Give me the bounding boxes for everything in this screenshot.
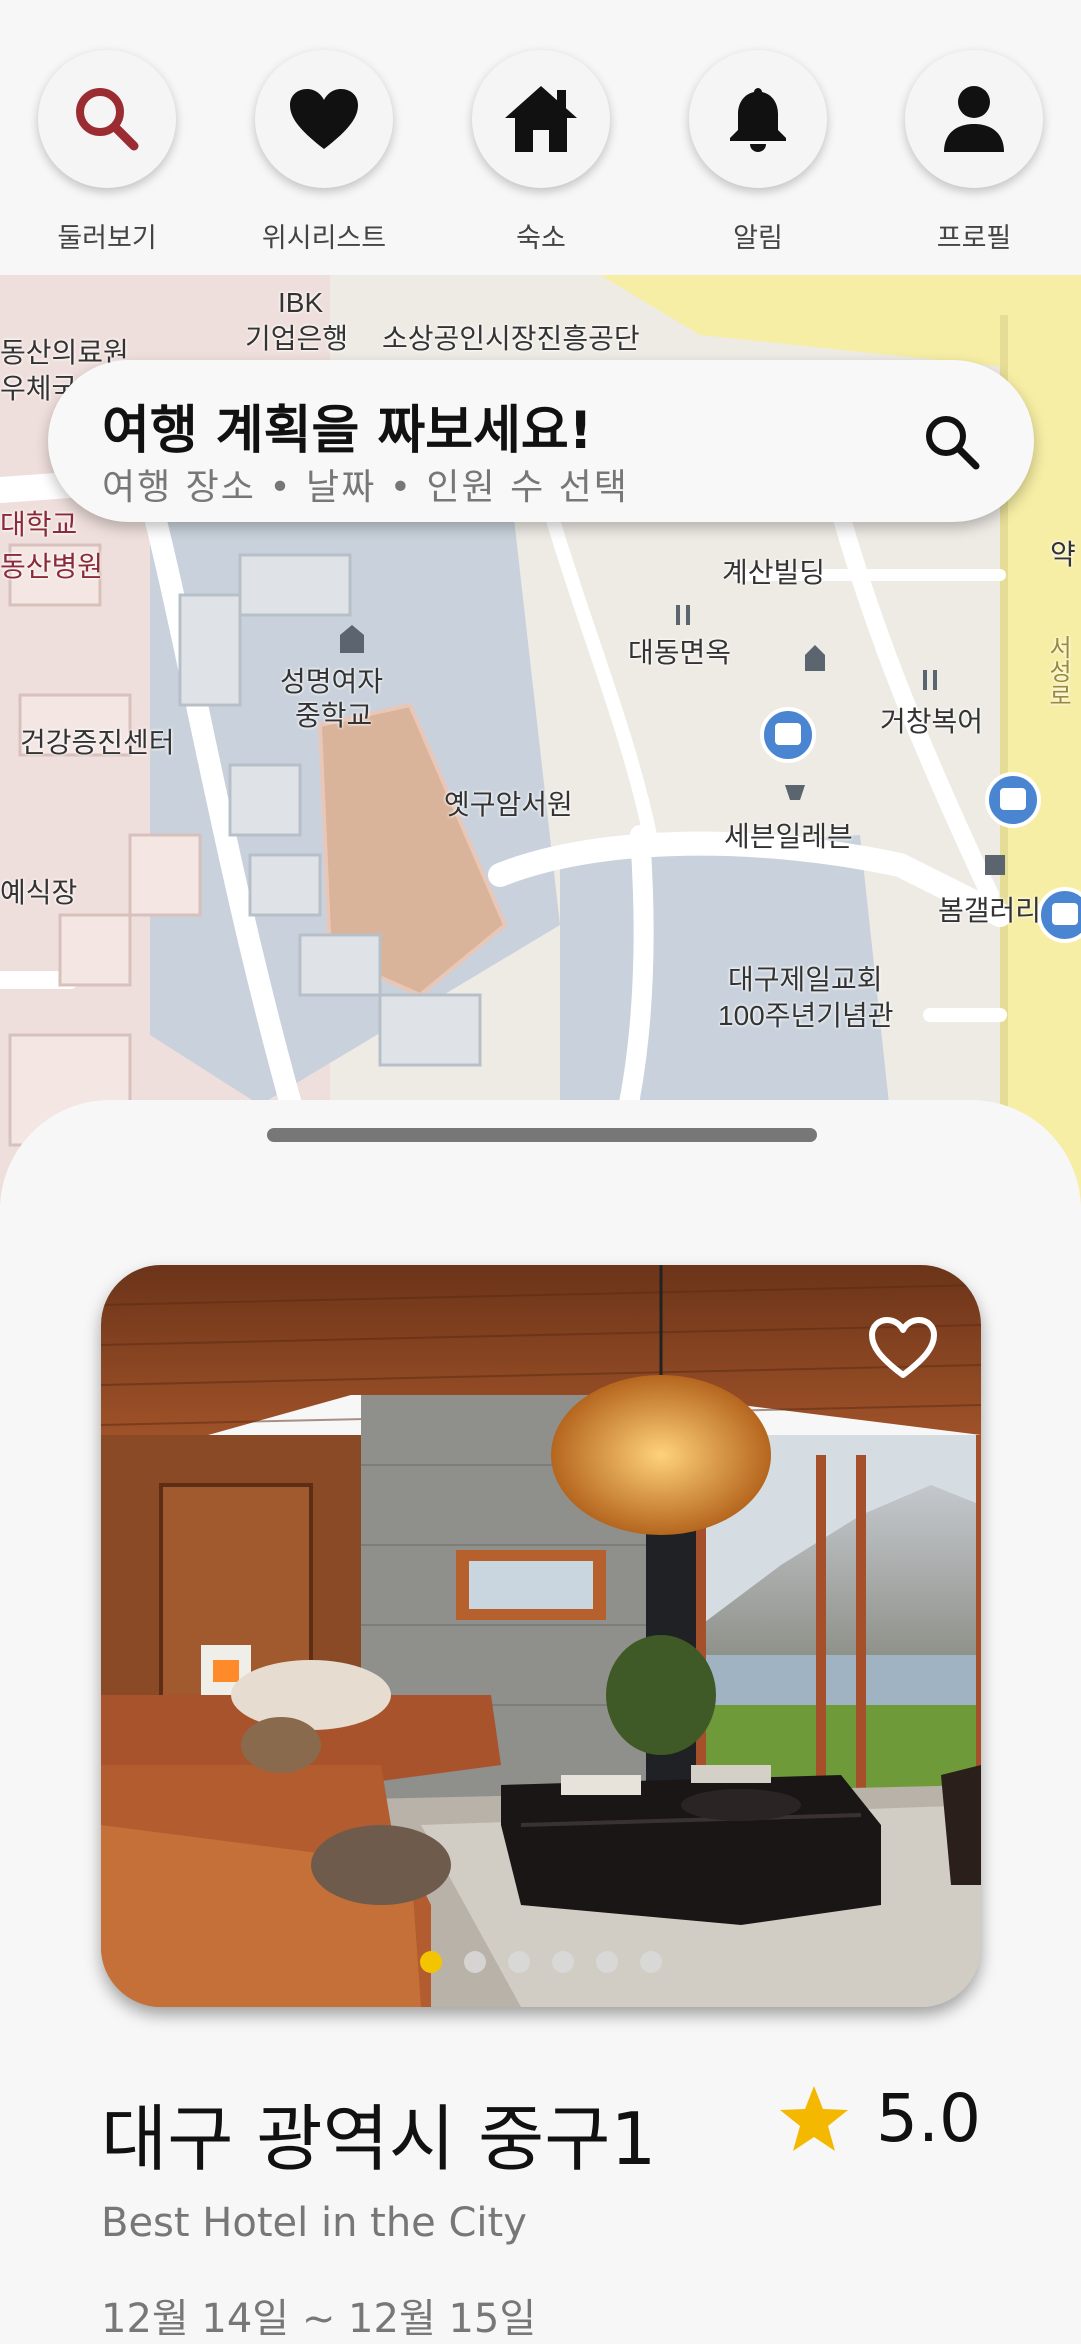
nav-label-stays: 숙소 [516,223,566,254]
rating-value: 5.0 [876,2080,981,2157]
map-label: 세븐일레븐 [724,821,853,852]
home-icon [505,86,577,152]
nav-label-notifications: 알림 [733,223,783,254]
nav-button-explore[interactable] [38,50,176,188]
heart-icon [290,89,358,149]
map-label: 예식장 [0,877,78,908]
carousel-dot[interactable] [464,1951,486,1973]
wishlist-toggle-button[interactable] [867,1315,939,1381]
search-title: 여행 계획을 짜보세요! [102,401,593,461]
map-label: 100주년기념관 [718,1000,894,1031]
nav-item-explore[interactable]: 둘러보기 [17,50,197,260]
listing-photo [101,1265,981,2007]
map-label: 계산빌딩 [722,557,826,588]
carousel-page-indicator [101,1951,981,1973]
nav-button-profile[interactable] [905,50,1043,188]
listing-title: 대구 광역시 중구1 [101,2097,657,2181]
listing-dates: 12월 14일 ~ 12월 15일 [101,2296,537,2342]
listing-rating: 5.0 [778,2080,981,2157]
map-label: 소상공인시장진흥공단 [382,323,640,354]
top-navigation: 둘러보기 위시리스트 숙소 알림 프로필 [0,0,1081,275]
carousel-dot[interactable] [596,1951,618,1973]
listing-subtitle: Best Hotel in the City [101,2200,527,2246]
map-label: 중학교 [295,700,373,731]
bell-icon [730,88,786,152]
person-icon [944,86,1004,152]
map-label: 성명여자 [280,666,384,697]
nav-label-profile: 프로필 [936,223,1012,254]
listing-image-carousel[interactable] [101,1265,981,2007]
nav-button-notifications[interactable] [689,50,827,188]
map-label: 대동면옥 [628,637,732,668]
star-icon [780,2085,849,2151]
nav-label-explore: 둘러보기 [57,223,157,254]
nav-button-wishlist[interactable] [255,50,393,188]
nav-item-profile[interactable]: 프로필 [884,50,1064,260]
search-button[interactable] [920,410,984,474]
map-label: IBK [278,287,324,318]
nav-button-stays[interactable] [472,50,610,188]
map-label: 약 [1050,539,1076,570]
nav-label-wishlist: 위시리스트 [261,223,387,254]
map-label: 거창복어 [880,706,984,737]
heart-outline-icon [869,1317,937,1378]
carousel-dot[interactable] [508,1951,530,1973]
map-label: 기업은행 [245,323,349,354]
map-label: 옛구암서원 [444,789,573,820]
map-label: 대학교 [0,509,78,540]
map-label: 봄갤러리 [938,895,1042,926]
map-label: 건강증진센터 [20,727,175,758]
carousel-dot[interactable] [552,1951,574,1973]
nav-item-stays[interactable]: 숙소 [451,50,631,260]
map-label: 동산병원 [0,551,104,582]
listing-bottom-sheet[interactable]: 대구 광역시 중구1 5.0 Best Hotel in the City 12… [0,1100,1081,2342]
nav-item-notifications[interactable]: 알림 [668,50,848,260]
search-icon [926,416,980,470]
search-icon [76,88,139,151]
nav-item-wishlist[interactable]: 위시리스트 [234,50,414,260]
carousel-dot-active[interactable] [420,1951,442,1973]
map-label-road: 서성로 [1044,635,1071,707]
search-subtitle: 여행 장소 • 날짜 • 인원 수 선택 [102,467,629,508]
map-label: 대구제일교회 [728,964,883,995]
trip-search-bar[interactable]: 여행 계획을 짜보세요! 여행 장소 • 날짜 • 인원 수 선택 [48,360,1034,522]
sheet-drag-handle[interactable] [267,1128,817,1142]
carousel-dot[interactable] [640,1951,662,1973]
